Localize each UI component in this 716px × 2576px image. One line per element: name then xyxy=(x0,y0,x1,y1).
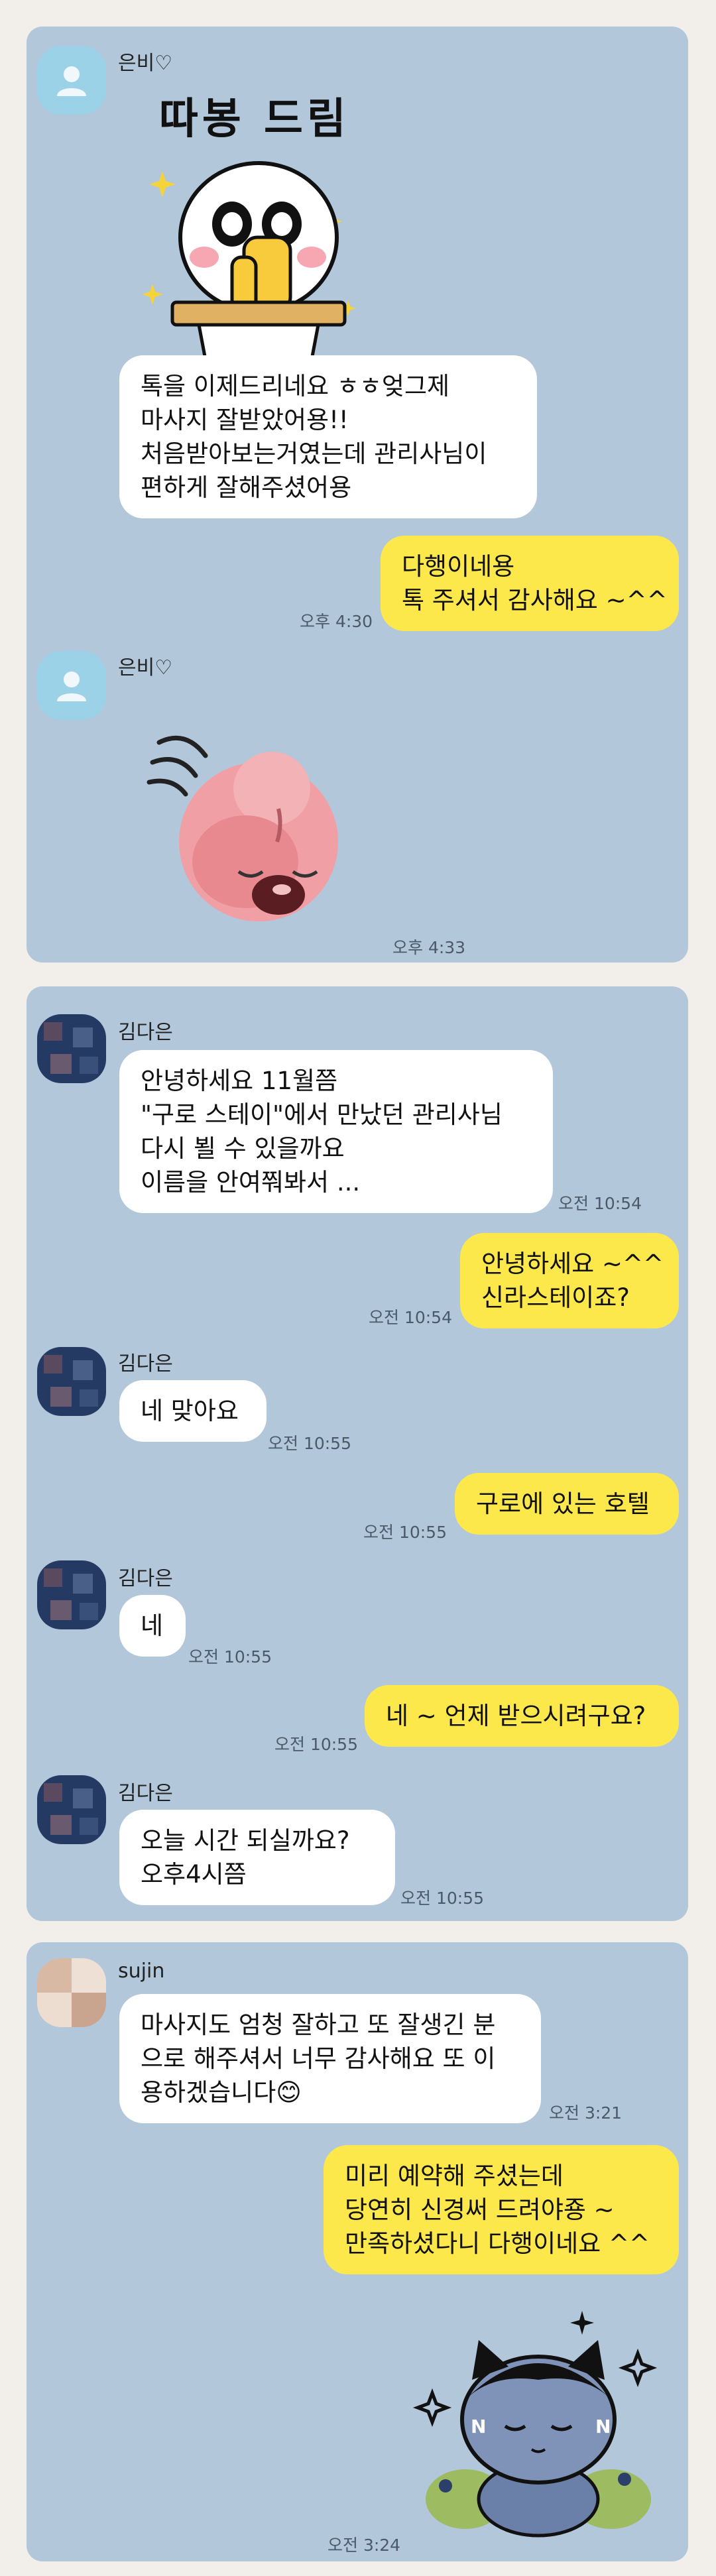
message-line: 톡 주셔서 감사해요 ~^^ xyxy=(402,586,668,615)
message-time: 오전 10:54 xyxy=(558,1194,642,1213)
message-time: 오전 10:55 xyxy=(400,1889,484,1908)
message-time: 오전 10:55 xyxy=(188,1647,272,1667)
message-bubble: 안녕하세요 11월쯤 "구로 스테이"에서 만났던 관리사님 다시 뵐 수 있을… xyxy=(119,1050,553,1213)
message-line: 미리 예약해 주셨는데 xyxy=(345,2162,564,2190)
my-message-bubble: 안녕하세요 ~^^ 신라스테이죠? xyxy=(460,1233,679,1328)
message-line: 당연히 신경써 드려야죵 ~ xyxy=(345,2195,615,2224)
sender-name: 은비♡ xyxy=(118,52,173,75)
message-line: "구로 스테이"에서 만났던 관리사님 xyxy=(141,1100,503,1129)
message-line: 네 ~ 언제 받으시려구요? xyxy=(386,1702,646,1730)
message-line: 신라스테이죠? xyxy=(481,1283,630,1312)
message-line: 마사지 잘받았어용!! xyxy=(141,406,349,434)
avatar-default[interactable] xyxy=(37,651,106,720)
chat-card-1: 은비♡ 따봉 드림 톡을 이제드리네요 ㅎㅎ엊그제 마사지 잘받았어용!! 처음… xyxy=(27,27,688,963)
sender-name: 김다은 xyxy=(118,1352,173,1376)
message-time: 오전 3:24 xyxy=(328,2536,401,2555)
message-line: 네 xyxy=(141,1611,164,1640)
thumbs-up-sticker: 따봉 드림 xyxy=(133,85,385,363)
sender-name: 김다은 xyxy=(118,1567,173,1590)
message-line: 안녕하세요 11월쯤 xyxy=(141,1067,338,1095)
cat-character-sticker: N N xyxy=(412,2311,658,2538)
message-time: 오후 4:33 xyxy=(392,938,466,957)
chat-card-2: 김다은 안녕하세요 11월쯤 "구로 스테이"에서 만났던 관리사님 다시 뵐 … xyxy=(27,986,688,1921)
message-line: 다시 뵐 수 있을까요 xyxy=(141,1134,345,1163)
message-time: 오전 10:55 xyxy=(268,1434,351,1453)
chat-card-3: sujin 마사지도 엄청 잘하고 또 잘생긴 분 으로 해주셔서 너무 감사해… xyxy=(27,1942,688,2561)
message-line: 톡을 이제드리네요 ㅎㅎ엊그제 xyxy=(141,372,450,400)
message-bubble: 네 맞아요 xyxy=(119,1380,267,1442)
message-time: 오전 3:21 xyxy=(549,2103,623,2123)
sheep-bowing-sticker xyxy=(147,735,338,921)
avatar-pixelated[interactable] xyxy=(37,1014,106,1083)
sender-name: 김다은 xyxy=(118,1021,173,1044)
message-line: 처음받아보는거였는데 관리사님이 xyxy=(141,439,487,468)
message-line: 으로 해주셔서 너무 감사해요 또 이 xyxy=(141,2044,496,2073)
message-line: 다행이네용 xyxy=(402,552,515,581)
message-bubble: 오늘 시간 되실까요? 오후4시쯤 xyxy=(119,1810,395,1905)
message-bubble: 네 xyxy=(119,1595,186,1657)
sender-name: sujin xyxy=(118,1960,165,1983)
message-bubble: 톡을 이제드리네요 ㅎㅎ엊그제 마사지 잘받았어용!! 처음받아보는거였는데 관… xyxy=(119,355,537,518)
message-line: 이름을 안여쭤봐서 ... xyxy=(141,1168,361,1197)
message-time: 오전 10:54 xyxy=(369,1308,452,1327)
message-line: 편하게 잘해주셨어용 xyxy=(141,473,352,502)
sender-name: 김다은 xyxy=(118,1782,173,1805)
message-bubble: 마사지도 엄청 잘하고 또 잘생긴 분 으로 해주셔서 너무 감사해요 또 이 … xyxy=(119,1994,541,2123)
avatar-pixelated[interactable] xyxy=(37,1775,106,1844)
svg-text:N: N xyxy=(595,2416,611,2437)
character-icon xyxy=(142,161,356,362)
my-message-bubble: 미리 예약해 주셨는데 당연히 신경써 드려야죵 ~ 만족하셨다니 다행이네요 … xyxy=(324,2145,679,2274)
message-time: 오후 4:30 xyxy=(300,612,373,631)
avatar-default[interactable] xyxy=(37,46,106,115)
smile-emoji-icon: 😊 xyxy=(276,2078,302,2107)
message-line: 오늘 시간 되실까요? xyxy=(141,1826,350,1855)
avatar-pixelated[interactable] xyxy=(37,1347,106,1416)
message-time: 오전 10:55 xyxy=(363,1523,447,1542)
avatar-pixelated[interactable] xyxy=(37,1560,106,1629)
message-line: 안녕하세요 ~^^ xyxy=(481,1250,664,1278)
person-icon xyxy=(57,66,86,96)
message-line: 만족하셨다니 다행이네요 ^^ xyxy=(345,2229,650,2258)
person-icon xyxy=(57,672,86,701)
message-line: 오후4시쯤 xyxy=(141,1860,247,1889)
message-line: 네 맞아요 xyxy=(141,1397,239,1425)
message-time: 오전 10:55 xyxy=(274,1735,358,1754)
svg-text:N: N xyxy=(471,2416,486,2437)
sender-name: 은비♡ xyxy=(118,656,173,679)
message-line: 구로에 있는 호텔 xyxy=(476,1490,650,1518)
message-line: 용하겠습니다 xyxy=(141,2078,276,2107)
message-line: 마사지도 엄청 잘하고 또 잘생긴 분 xyxy=(141,2011,496,2039)
my-message-bubble: 다행이네용 톡 주셔서 감사해요 ~^^ xyxy=(381,536,679,631)
my-message-bubble: 네 ~ 언제 받으시려구요? xyxy=(365,1685,679,1747)
avatar-pixelated[interactable] xyxy=(37,1958,106,2027)
my-message-bubble: 구로에 있는 호텔 xyxy=(455,1473,679,1535)
